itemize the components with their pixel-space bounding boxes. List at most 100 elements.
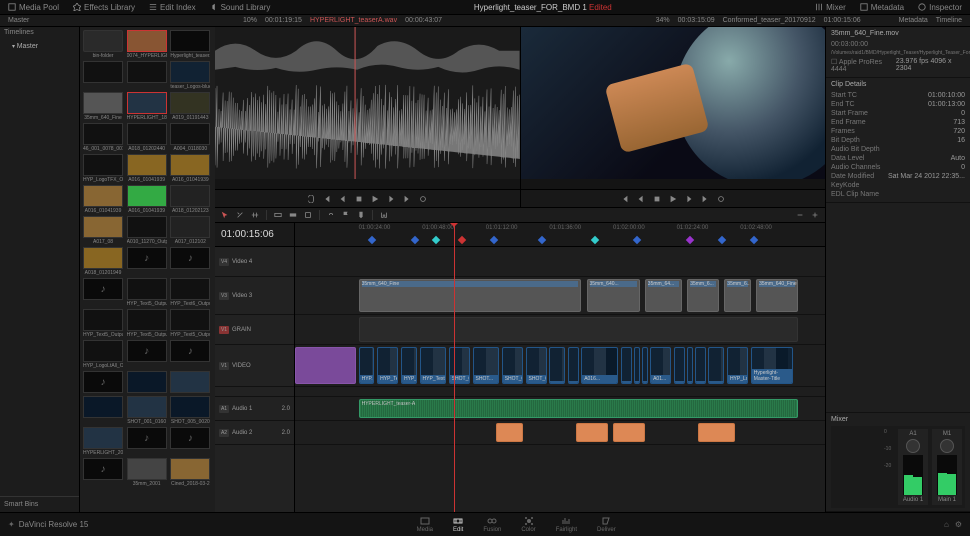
clip[interactable]: SHOT_0... [449,347,470,384]
track-header-v3[interactable]: V3Video 3 [215,277,294,315]
clip-thumbnail[interactable]: HYP_Text5_Outpu [170,309,210,338]
clip[interactable]: SHOT... [473,347,500,384]
program-scrubber[interactable] [521,179,826,189]
clip-thumbnail[interactable]: HYPERLIGHT_180... [127,92,167,121]
clip-thumbnail[interactable]: Cined_2018-03-2 [170,458,210,487]
step-back-icon[interactable] [635,193,647,205]
next-icon[interactable] [699,193,711,205]
marker[interactable] [432,236,440,244]
timecode-display[interactable]: 01:00:15:06 [215,223,294,247]
zoom-in-icon[interactable] [809,209,821,221]
home-icon[interactable]: ⌂ [944,520,949,529]
page-fusion[interactable]: Fusion [483,516,501,533]
arrow-tool-icon[interactable] [219,209,231,221]
clip-thumbnail[interactable]: A016_01041939 [127,185,167,214]
clip-thumbnail[interactable]: HYP_Text5_Outpu [83,309,123,338]
stop-icon[interactable] [353,193,365,205]
track-v0[interactable]: HYP...HYP_Text1...HYP_Text1...HYP_Text5_… [295,345,825,387]
marker[interactable] [718,236,726,244]
track-header-a2[interactable]: A2Audio 22.0 [215,421,294,445]
clip-thumbnail[interactable] [127,371,167,394]
track-v1[interactable] [295,315,825,345]
replace-icon[interactable] [302,209,314,221]
clip[interactable]: A01... [650,347,671,384]
trim-tool-icon[interactable] [249,209,261,221]
clip-thumbnail[interactable]: A017_012102 [170,216,210,245]
clip[interactable] [634,347,640,384]
next-icon[interactable] [401,193,413,205]
clip[interactable] [642,347,648,384]
clip[interactable]: HYP_Text1... [377,347,398,384]
metadata-tab[interactable]: Metadata [895,17,932,24]
clip-thumbnail[interactable]: ♪ [83,371,123,394]
clip-thumbnail[interactable]: HYP_Text5_Outpu [127,309,167,338]
clip[interactable]: 35mm_640... [587,279,640,312]
clip-thumbnail[interactable]: ♪ [127,247,167,276]
clip-thumbnail[interactable]: HYP_LogoLtAll_Out [83,340,123,369]
pan-knob[interactable] [940,439,954,453]
track-a1[interactable]: HYPERLIGHT_teaser-A [295,397,825,421]
marker[interactable] [410,236,418,244]
marker[interactable] [633,236,641,244]
mixer-channel-main[interactable]: M1 Main 1 [932,429,962,505]
clip-thumbnail[interactable]: HYP_Text6_Outpu [170,278,210,307]
media-pool[interactable]: bin-folder0074_HYPERLIGHT...Hyperlight_t… [80,27,215,512]
page-edit[interactable]: Edit [453,516,463,533]
clip[interactable]: 35mm_640_Fine [756,279,798,312]
overwrite-icon[interactable] [287,209,299,221]
clip[interactable] [576,423,608,442]
clip[interactable]: HYP_Text1... [401,347,417,384]
track-a2[interactable] [295,421,825,445]
clip-thumbnail[interactable]: A018_01202123 [170,185,210,214]
zoom-out-icon[interactable] [794,209,806,221]
marker[interactable] [368,236,376,244]
clip[interactable] [549,347,565,384]
tracks-area[interactable]: 01:00:24:0001:00:48:0001:01:12:0001:01:3… [295,223,825,512]
stop-icon[interactable] [651,193,663,205]
clip-thumbnail[interactable]: A016_01041939 [83,185,123,214]
clip[interactable]: 35mm_6... [687,279,719,312]
clip-thumbnail[interactable]: 35mm_2001 [127,458,167,487]
clip-thumbnail[interactable]: ♪ [127,340,167,369]
clip-thumbnail[interactable]: A010_11270_Outpu [127,216,167,245]
playhead[interactable] [454,223,455,512]
tab-metadata[interactable]: Metadata [856,3,908,12]
clip[interactable]: 35mm_6... [724,279,751,312]
clip-thumbnail[interactable]: A017_08 [83,216,123,245]
clip-thumbnail[interactable]: A018_01201949 [83,247,123,276]
clip-thumbnail[interactable]: Hyperlight_teaser... [170,30,210,59]
marker[interactable] [750,236,758,244]
step-back-icon[interactable] [337,193,349,205]
track-v4[interactable] [295,247,825,277]
tab-effects-library[interactable]: Effects Library [69,3,139,12]
marker[interactable] [591,236,599,244]
smart-bins[interactable]: Smart Bins [0,496,79,512]
source-waveform[interactable] [215,27,520,179]
clip-thumbnail[interactable]: HYPERLIGHT_200 [83,427,123,456]
clip[interactable] [621,347,632,384]
ruler[interactable]: 01:00:24:0001:00:48:0001:01:12:0001:01:3… [295,223,825,247]
program-preview[interactable] [521,27,826,179]
clip-thumbnail[interactable] [83,396,123,425]
clip-thumbnail[interactable]: ♪ [127,427,167,456]
blade-tool-icon[interactable] [234,209,246,221]
clip-thumbnail[interactable]: ♪ [83,458,123,487]
clip[interactable]: HYP... [359,347,375,384]
page-color[interactable]: Color [521,516,535,533]
clip-thumbnail[interactable]: 46_001_0078_001 [83,123,123,152]
snap-icon[interactable] [378,209,390,221]
clip-thumbnail[interactable] [170,371,210,394]
page-fairlight[interactable]: Fairlight [556,516,577,533]
play-icon[interactable] [667,193,679,205]
clip[interactable] [613,423,645,442]
clip[interactable] [698,423,735,442]
clip-thumbnail[interactable]: SHOT_001_0160 [127,396,167,425]
marker-icon[interactable] [355,209,367,221]
loop-icon[interactable] [715,193,727,205]
clip[interactable]: 35mm_640_Fine [359,279,582,312]
page-media[interactable]: Media [417,516,433,533]
tab-inspector[interactable]: Inspector [914,3,966,12]
track-header-v4[interactable]: V4Video 4 [215,247,294,277]
prev-icon[interactable] [619,193,631,205]
track-header-v1[interactable]: V1GRAIN [215,315,294,345]
